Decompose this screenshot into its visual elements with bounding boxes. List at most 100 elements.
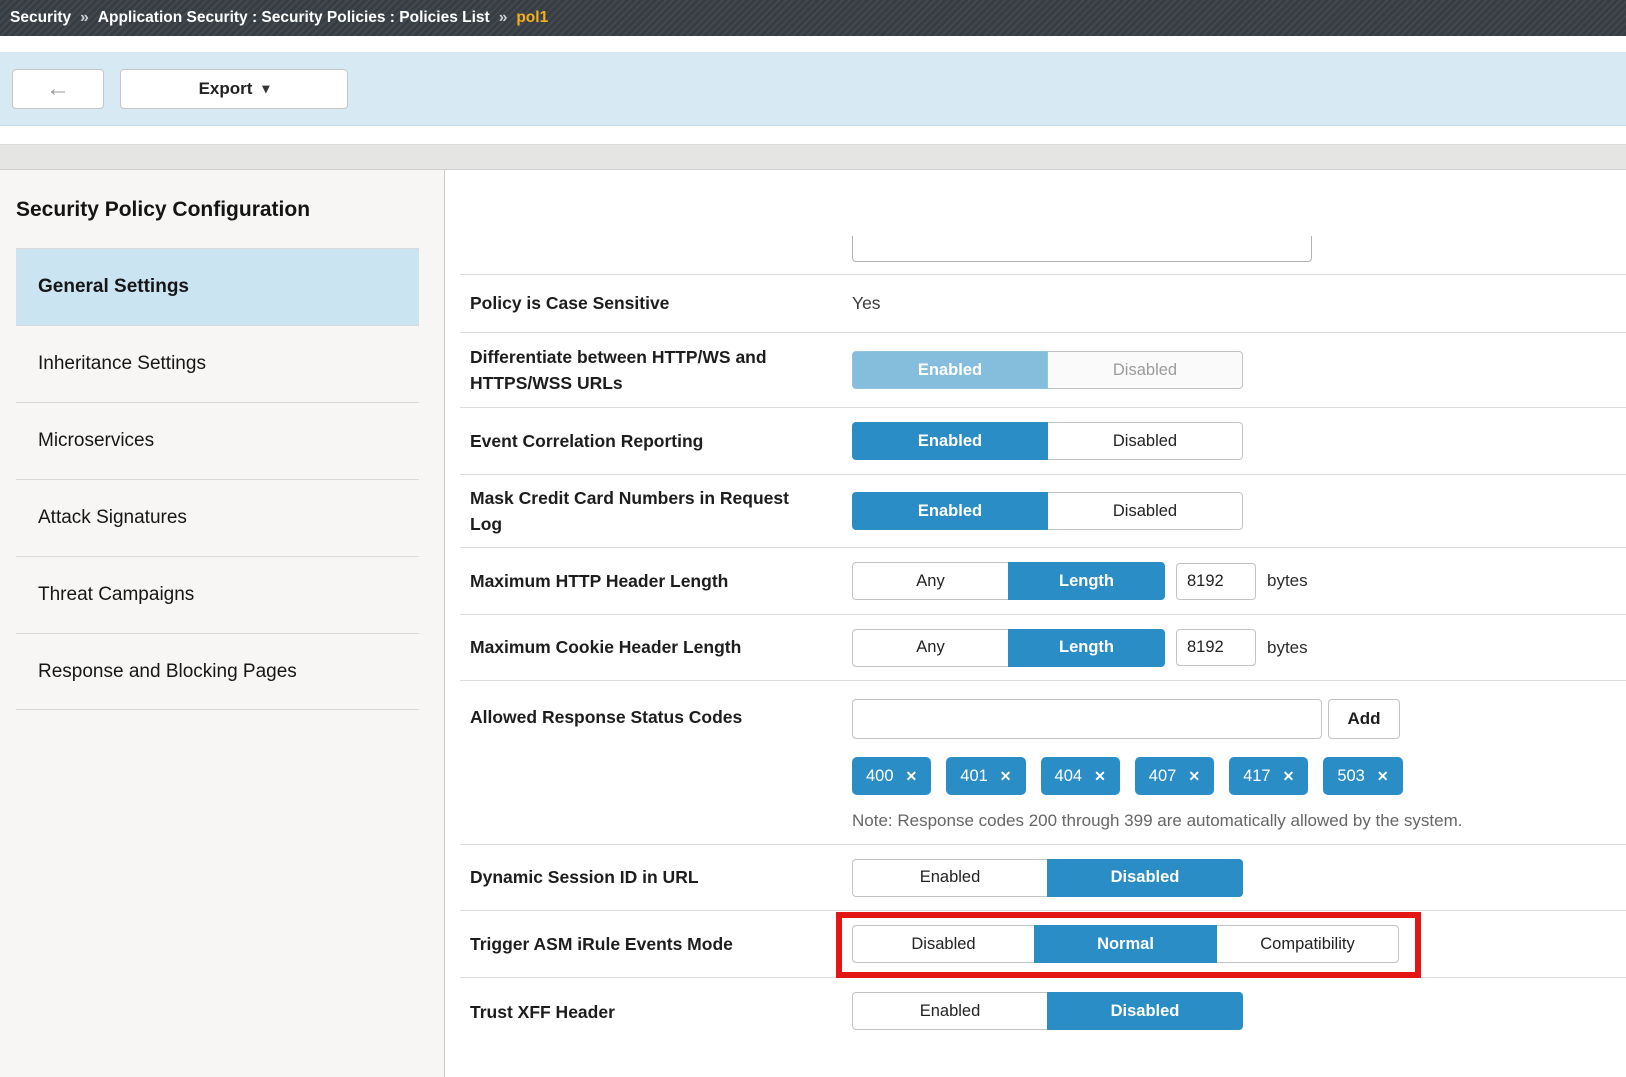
tag-value: 400 — [866, 767, 894, 786]
trigger-irule-normal-button[interactable]: Normal — [1034, 925, 1217, 963]
response-code-tag: 503 ✕ — [1323, 757, 1402, 795]
trigger-irule-compatibility-button[interactable]: Compatibility — [1216, 925, 1399, 963]
remove-tag-icon[interactable]: ✕ — [1094, 768, 1106, 785]
breadcrumb-root[interactable]: Security — [10, 9, 71, 27]
dynamic-session-disabled-button[interactable]: Disabled — [1047, 859, 1243, 897]
row-event-correlation: Event Correlation Reporting Enabled Disa… — [460, 407, 1626, 474]
trust-xff-disabled-button[interactable]: Disabled — [1047, 992, 1243, 1030]
screen: Security » Application Security : Securi… — [0, 0, 1626, 1077]
max-http-header-unit-label: bytes — [1267, 571, 1308, 591]
sidebar-title: Security Policy Configuration — [16, 198, 444, 222]
row-dynamic-session-id: Dynamic Session ID in URL Enabled Disabl… — [460, 844, 1626, 910]
sidebar-item-general-settings[interactable]: General Settings — [16, 248, 419, 325]
remove-tag-icon[interactable]: ✕ — [1377, 768, 1389, 785]
row-max-http-header-length: Maximum HTTP Header Length Any Length by… — [460, 547, 1626, 614]
sidebar-item-label: Threat Campaigns — [38, 584, 194, 606]
event-correlation-toggle: Enabled Disabled — [852, 422, 1243, 460]
toolbar-spacer — [0, 126, 1626, 144]
max-http-header-any-button[interactable]: Any — [852, 562, 1009, 600]
tag-value: 404 — [1055, 767, 1083, 786]
add-response-code-button[interactable]: Add — [1328, 699, 1400, 739]
mask-credit-card-disabled-button[interactable]: Disabled — [1047, 492, 1243, 530]
event-correlation-disabled-button[interactable]: Disabled — [1047, 422, 1243, 460]
dynamic-session-enabled-button[interactable]: Enabled — [852, 859, 1048, 897]
tag-value: 407 — [1149, 767, 1177, 786]
case-sensitive-value: Yes — [852, 293, 881, 314]
max-cookie-header-toggle: Any Length — [852, 629, 1165, 667]
max-http-header-toggle: Any Length — [852, 562, 1165, 600]
max-cookie-header-any-button[interactable]: Any — [852, 629, 1009, 667]
max-cookie-header-unit-label: bytes — [1267, 638, 1308, 658]
sidebar-item-label: Inheritance Settings — [38, 353, 206, 375]
trigger-irule-disabled-button[interactable]: Disabled — [852, 925, 1035, 963]
remove-tag-icon[interactable]: ✕ — [1188, 768, 1200, 785]
back-arrow-icon: ← — [46, 75, 70, 103]
setting-label: Dynamic Session ID in URL — [470, 864, 852, 890]
sidebar-item-label: Microservices — [38, 430, 154, 452]
row-max-cookie-header-length: Maximum Cookie Header Length Any Length … — [460, 614, 1626, 680]
remove-tag-icon[interactable]: ✕ — [1000, 768, 1012, 785]
sidebar-item-threat-campaigns[interactable]: Threat Campaigns — [16, 556, 419, 633]
mask-credit-card-toggle: Enabled Disabled — [852, 492, 1243, 530]
setting-label: Maximum HTTP Header Length — [470, 568, 852, 594]
sidebar-item-response-blocking-pages[interactable]: Response and Blocking Pages — [16, 633, 419, 710]
export-label: Export — [199, 79, 253, 99]
setting-label: Event Correlation Reporting — [470, 428, 852, 454]
response-code-tag: 400 ✕ — [852, 757, 931, 795]
response-code-tag: 407 ✕ — [1135, 757, 1214, 795]
tag-value: 401 — [960, 767, 988, 786]
setting-label: Differentiate between HTTP/WS and HTTPS/… — [470, 344, 852, 397]
breadcrumb-separator-icon: » — [499, 9, 508, 27]
dynamic-session-toggle: Enabled Disabled — [852, 859, 1243, 897]
setting-label: Trust XFF Header — [470, 999, 852, 1025]
differentiate-enabled-button[interactable]: Enabled — [852, 351, 1048, 389]
back-button[interactable]: ← — [12, 69, 104, 109]
top-spacer — [0, 36, 1626, 52]
sidebar-item-label: General Settings — [38, 276, 189, 298]
setting-label: Mask Credit Card Numbers in Request Log — [470, 485, 852, 538]
max-cookie-header-length-input[interactable] — [1176, 629, 1256, 666]
sidebar-item-label: Response and Blocking Pages — [38, 661, 297, 683]
mask-credit-card-enabled-button[interactable]: Enabled — [852, 492, 1048, 530]
max-cookie-header-length-button[interactable]: Length — [1008, 629, 1165, 667]
row-trigger-asm-irule-mode: Trigger ASM iRule Events Mode Disabled N… — [460, 910, 1626, 977]
differentiate-toggle: Enabled Disabled — [852, 351, 1243, 389]
differentiate-disabled-button[interactable]: Disabled — [1047, 351, 1243, 389]
response-code-tag: 404 ✕ — [1041, 757, 1120, 795]
scrolled-input-fragment[interactable] — [852, 236, 1312, 262]
row-trust-xff-header: Trust XFF Header Enabled Disabled — [460, 977, 1626, 1077]
sidebar-item-inheritance-settings[interactable]: Inheritance Settings — [16, 325, 419, 402]
response-code-tag: 401 ✕ — [946, 757, 1025, 795]
sidebar-item-microservices[interactable]: Microservices — [16, 402, 419, 479]
sidebar: Security Policy Configuration General Se… — [0, 170, 445, 1077]
response-code-input[interactable] — [852, 699, 1322, 739]
response-code-tag: 417 ✕ — [1229, 757, 1308, 795]
max-http-header-length-button[interactable]: Length — [1008, 562, 1165, 600]
row-policy-case-sensitive: Policy is Case Sensitive Yes — [460, 274, 1626, 332]
setting-label: Maximum Cookie Header Length — [470, 634, 852, 660]
settings-pane: Policy is Case Sensitive Yes Differentia… — [445, 170, 1626, 1077]
row-allowed-response-codes: Allowed Response Status Codes Add 400 ✕ … — [460, 680, 1626, 844]
sidebar-nav: General Settings Inheritance Settings Mi… — [16, 248, 419, 710]
row-differentiate-urls: Differentiate between HTTP/WS and HTTPS/… — [460, 332, 1626, 407]
response-codes-note: Note: Response codes 200 through 399 are… — [852, 811, 1462, 831]
breadcrumb-path[interactable]: Application Security : Security Policies… — [98, 9, 490, 27]
content: Security Policy Configuration General Se… — [0, 170, 1626, 1077]
event-correlation-enabled-button[interactable]: Enabled — [852, 422, 1048, 460]
breadcrumb-separator-icon: » — [80, 9, 89, 27]
tag-value: 503 — [1337, 767, 1365, 786]
breadcrumb-current: pol1 — [516, 9, 548, 27]
response-code-tags: 400 ✕ 401 ✕ 404 ✕ 407 ✕ — [852, 757, 1462, 795]
max-http-header-length-input[interactable] — [1176, 563, 1256, 600]
toolbar: ← Export ▾ — [0, 52, 1626, 126]
trigger-irule-toggle: Disabled Normal Compatibility — [852, 925, 1399, 963]
setting-label: Allowed Response Status Codes — [470, 695, 852, 730]
remove-tag-icon[interactable]: ✕ — [906, 768, 918, 785]
setting-label: Trigger ASM iRule Events Mode — [470, 931, 852, 957]
sidebar-item-attack-signatures[interactable]: Attack Signatures — [16, 479, 419, 556]
export-button[interactable]: Export ▾ — [120, 69, 348, 109]
sidebar-item-label: Attack Signatures — [38, 507, 187, 529]
separator-band — [0, 144, 1626, 170]
trust-xff-enabled-button[interactable]: Enabled — [852, 992, 1048, 1030]
remove-tag-icon[interactable]: ✕ — [1283, 768, 1295, 785]
